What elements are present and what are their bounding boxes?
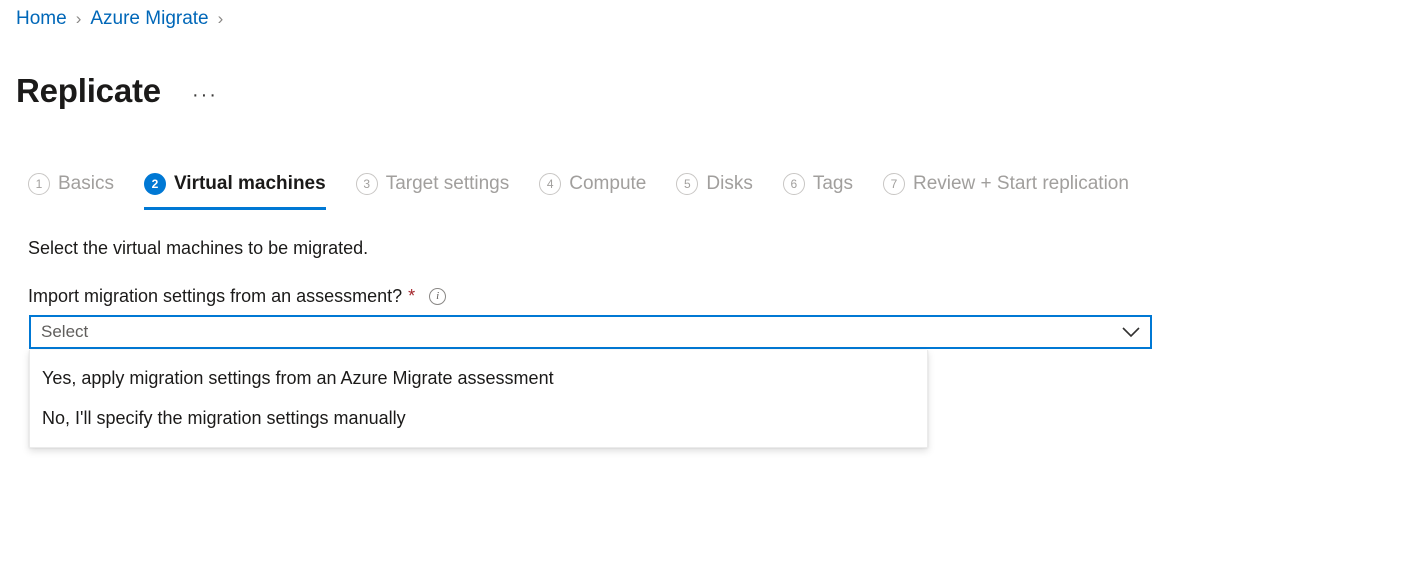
intro-text: Select the virtual machines to be migrat… <box>28 236 368 260</box>
tab-review-start-replication[interactable]: 7 Review + Start replication <box>883 172 1129 210</box>
dropdown-option-no[interactable]: No, I'll specify the migration settings … <box>30 398 927 438</box>
tab-virtual-machines[interactable]: 2 Virtual machines <box>144 172 326 210</box>
wizard-tabs: 1 Basics 2 Virtual machines 3 Target set… <box>28 172 1159 210</box>
breadcrumb-item-home[interactable]: Home <box>16 7 67 31</box>
tab-label: Virtual machines <box>174 172 326 196</box>
tab-compute[interactable]: 4 Compute <box>539 172 646 210</box>
tab-label: Review + Start replication <box>913 172 1129 196</box>
tab-step-number: 6 <box>783 173 805 195</box>
tab-step-number: 2 <box>144 173 166 195</box>
page-title: Replicate <box>16 70 161 112</box>
tab-tags[interactable]: 6 Tags <box>783 172 853 210</box>
info-icon[interactable]: i <box>429 288 446 305</box>
required-indicator: * <box>408 287 415 305</box>
breadcrumb-separator-icon: › <box>218 7 224 31</box>
import-settings-dropdown[interactable]: Select <box>29 315 1152 349</box>
tab-disks[interactable]: 5 Disks <box>676 172 752 210</box>
tab-label: Basics <box>58 172 114 196</box>
more-options-button[interactable]: ··· <box>189 85 221 105</box>
title-row: Replicate ··· <box>16 48 221 134</box>
chevron-down-icon <box>1120 321 1142 343</box>
dropdown-selected-value: Select <box>41 321 1120 343</box>
tab-step-number: 1 <box>28 173 50 195</box>
replicate-wizard-page: Home › Azure Migrate › Replicate ··· 1 B… <box>0 0 1426 562</box>
dropdown-options-panel: Yes, apply migration settings from an Az… <box>29 350 928 448</box>
tab-step-number: 4 <box>539 173 561 195</box>
tab-basics[interactable]: 1 Basics <box>28 172 114 210</box>
tab-label: Target settings <box>386 172 510 196</box>
tab-step-number: 5 <box>676 173 698 195</box>
import-settings-label: Import migration settings from an assess… <box>28 284 402 308</box>
tab-label: Compute <box>569 172 646 196</box>
tab-step-number: 3 <box>356 173 378 195</box>
breadcrumb-separator-icon: › <box>76 7 82 31</box>
tab-label: Disks <box>706 172 752 196</box>
breadcrumb-item-azure-migrate[interactable]: Azure Migrate <box>90 7 208 31</box>
tab-target-settings[interactable]: 3 Target settings <box>356 172 510 210</box>
breadcrumb: Home › Azure Migrate › <box>16 7 232 31</box>
tab-label: Tags <box>813 172 853 196</box>
dropdown-option-yes[interactable]: Yes, apply migration settings from an Az… <box>30 358 927 398</box>
import-settings-label-row: Import migration settings from an assess… <box>28 284 446 308</box>
tab-step-number: 7 <box>883 173 905 195</box>
